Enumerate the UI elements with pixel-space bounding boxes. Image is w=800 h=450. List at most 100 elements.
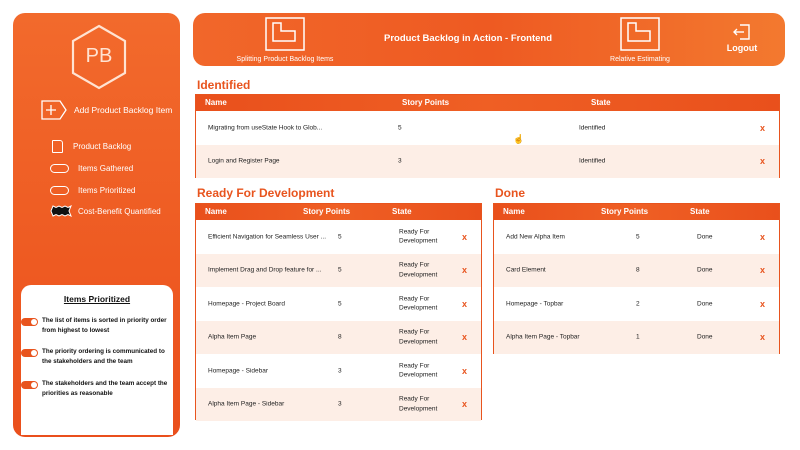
delete-icon[interactable]: x [760, 265, 765, 275]
nav-label: Items Prioritized [78, 185, 136, 195]
criteria-toggle[interactable] [21, 381, 38, 389]
column-header-name: Name [205, 98, 227, 107]
criteria-toggle[interactable] [21, 318, 38, 326]
app-logo[interactable]: PB [69, 23, 129, 91]
table-row[interactable]: Homepage - Sidebar 3 Ready For Developme… [196, 354, 481, 388]
table-header: Name Story Points State [196, 204, 481, 220]
nav-label: Cost-Benefit Quantified [78, 206, 161, 216]
table-row[interactable]: Alpha Item Page 8 Ready For Development … [196, 320, 481, 354]
delete-icon[interactable]: x [760, 299, 765, 309]
item-points: 5 [636, 233, 640, 241]
nav-item-items-gathered[interactable]: Items Gathered [50, 161, 133, 175]
criteria-text: The stakeholders and the team accept the… [42, 380, 168, 397]
item-state: Done [697, 233, 713, 241]
logout-label: Logout [726, 43, 758, 53]
column-header-name: Name [503, 207, 525, 216]
nav-label: Product Backlog [73, 141, 132, 151]
ready-table: Name Story Points State Efficient Naviga… [195, 203, 482, 421]
table-row[interactable]: Homepage - Project Board 5 Ready For Dev… [196, 287, 481, 321]
item-state: Done [697, 266, 713, 274]
column-header-name: Name [205, 207, 227, 216]
item-points: 5 [338, 300, 342, 308]
item-name: Login and Register Page [208, 157, 280, 165]
item-points: 5 [338, 266, 342, 274]
nav-item-product-backlog[interactable]: Product Backlog [50, 139, 131, 153]
identified-section-title: Identified [197, 78, 251, 92]
criteria-item: The stakeholders and the team accept the… [21, 379, 173, 398]
table-row[interactable]: Homepage - Topbar 2 Done x [494, 287, 779, 321]
item-name: Card Element [506, 266, 546, 274]
table-row[interactable]: Alpha Item Page - Topbar 1 Done x [494, 320, 779, 354]
table-row[interactable]: Efficient Navigation for Seamless User .… [196, 220, 481, 254]
add-tag-icon [41, 100, 67, 120]
table-row[interactable]: Migrating from useState Hook to Glob... … [196, 111, 779, 145]
add-backlog-item-label: Add Product Backlog Item [74, 105, 173, 115]
column-header-state: State [690, 207, 710, 216]
logout-icon [733, 24, 750, 40]
nav-item-cost-benefit[interactable]: Cost-Benefit Quantified [50, 204, 161, 218]
delete-icon[interactable]: x [462, 265, 467, 275]
nav-label: Items Gathered [78, 163, 134, 173]
item-name: Alpha Item Page [208, 333, 257, 341]
delete-icon[interactable]: x [760, 123, 765, 133]
sidebar: PB Add Product Backlog Item Product Back… [13, 13, 180, 437]
item-name: Add New Alpha Item [506, 233, 565, 241]
column-header-points: Story Points [601, 207, 649, 216]
add-backlog-item-button[interactable]: Add Product Backlog Item [40, 99, 180, 121]
item-points: 8 [338, 333, 342, 341]
page-title: Product Backlog in Action - Frontend [383, 33, 552, 44]
criteria-text: The priority ordering is communicated to… [42, 348, 165, 365]
item-name: Homepage - Topbar [506, 300, 564, 308]
top-header: Splitting Product Backlog Items Product … [193, 13, 785, 66]
criteria-panel: Items Prioritized The list of items is s… [21, 285, 173, 435]
relative-estimating-button[interactable]: Relative Estimating [590, 17, 690, 63]
table-row[interactable]: Alpha Item Page - Sidebar 3 Ready For De… [196, 387, 481, 421]
item-state: Ready For Development [399, 328, 438, 346]
criteria-text: The list of items is sorted in priority … [42, 317, 167, 334]
estimate-shape-icon [620, 17, 660, 51]
table-row[interactable]: Add New Alpha Item 5 Done x [494, 220, 779, 254]
item-points: 8 [636, 266, 640, 274]
delete-icon[interactable]: x [462, 299, 467, 309]
criteria-panel-title: Items Prioritized [63, 294, 131, 304]
delete-icon[interactable]: x [462, 332, 467, 342]
delete-icon[interactable]: x [760, 332, 765, 342]
item-points: 2 [636, 300, 640, 308]
delete-icon[interactable]: x [760, 232, 765, 242]
item-points: 1 [636, 333, 640, 341]
wavy-badge-icon [50, 205, 72, 217]
logout-button[interactable]: Logout [723, 23, 761, 53]
item-state: Ready For Development [399, 295, 438, 312]
table-row[interactable]: Login and Register Page 3 Identified x [196, 144, 779, 178]
pill-icon [50, 163, 69, 173]
pill-icon [50, 185, 69, 195]
criteria-item: The priority ordering is communicated to… [21, 347, 173, 366]
item-points: 3 [338, 367, 342, 375]
item-state: Ready For Development [399, 228, 438, 245]
item-name: Alpha Item Page - Sidebar [208, 400, 285, 408]
column-header-state: State [392, 207, 412, 216]
document-icon [52, 139, 63, 153]
logo-text: PB [85, 45, 113, 67]
ready-section-title: Ready For Development [197, 186, 335, 200]
item-name: Homepage - Sidebar [208, 367, 268, 375]
nav-item-items-prioritized[interactable]: Items Prioritized [50, 183, 135, 197]
table-header: Name Story Points State [494, 204, 779, 220]
item-name: Efficient Navigation for Seamless User .… [208, 233, 327, 241]
criteria-item: The list of items is sorted in priority … [21, 316, 173, 335]
item-name: Migrating from useState Hook to Glob... [208, 124, 323, 132]
column-header-state: State [591, 98, 611, 107]
table-row[interactable]: Card Element 8 Done x [494, 253, 779, 287]
delete-icon[interactable]: x [462, 366, 467, 376]
item-state: Ready For Development [399, 395, 438, 413]
done-section-title: Done [495, 186, 525, 200]
delete-icon[interactable]: x [760, 156, 765, 166]
table-row[interactable]: Implement Drag and Drop feature for ... … [196, 253, 481, 287]
split-shape-icon [265, 17, 305, 51]
criteria-toggle[interactable] [21, 349, 38, 357]
identified-table: Name Story Points State Migrating from u… [195, 94, 780, 178]
item-state: Done [697, 300, 713, 308]
delete-icon[interactable]: x [462, 232, 467, 242]
delete-icon[interactable]: x [462, 399, 467, 409]
splitting-items-label: Splitting Product Backlog Items [236, 56, 334, 63]
